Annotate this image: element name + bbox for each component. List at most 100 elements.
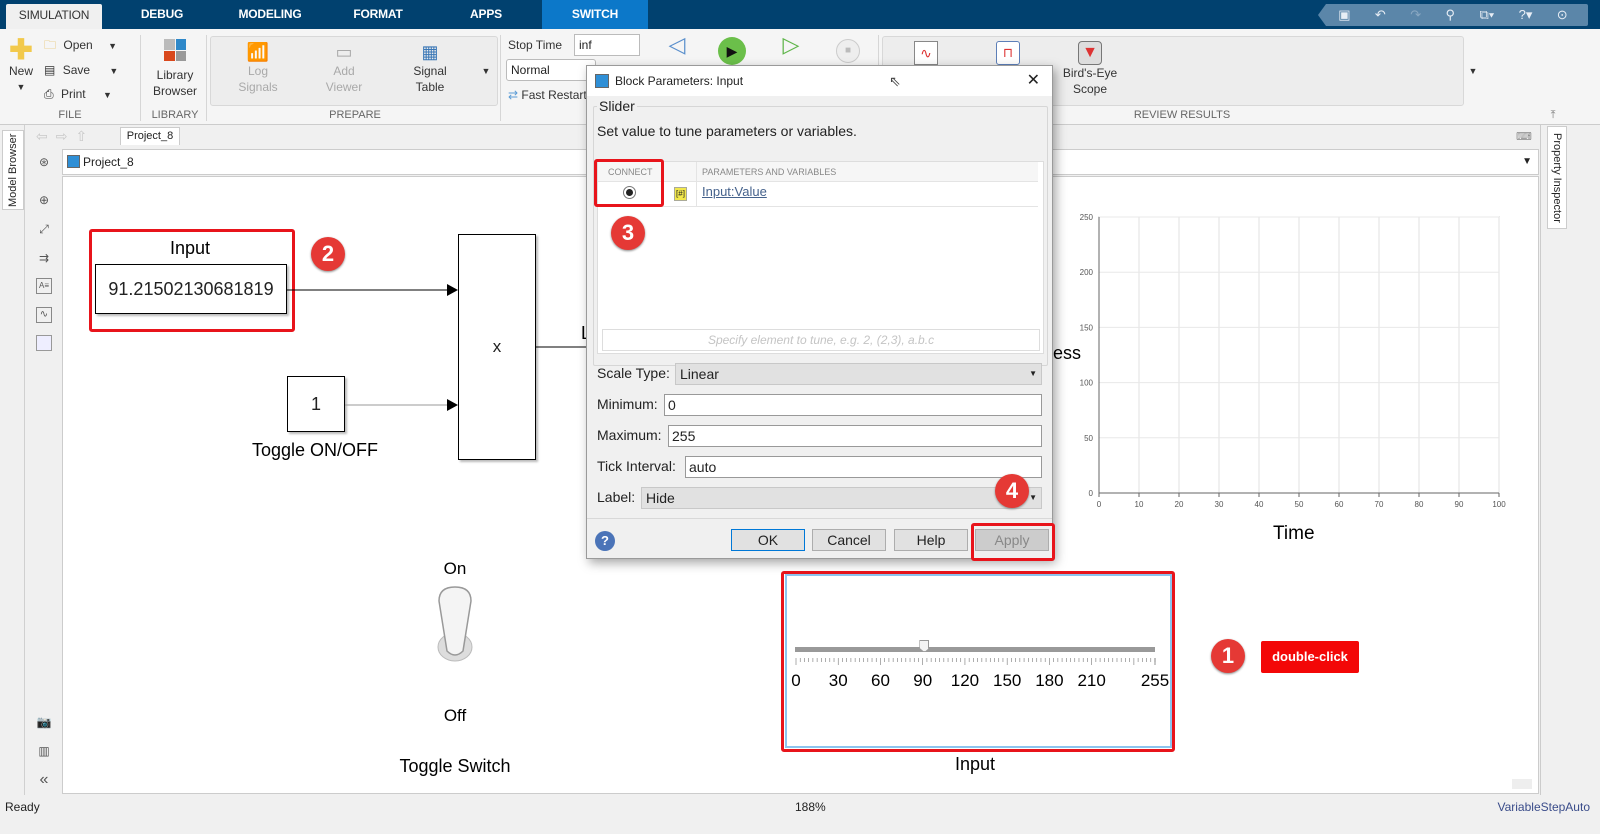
simulation-mode-select[interactable]: Normal bbox=[506, 59, 596, 81]
cancel-button[interactable]: Cancel bbox=[812, 529, 886, 551]
data-inspector-icon[interactable]: ∿ bbox=[914, 41, 938, 65]
model-data-icon[interactable]: ▥ bbox=[36, 743, 52, 759]
tab-switch[interactable]: SWITCH bbox=[542, 0, 648, 29]
run-icon[interactable]: ▶ bbox=[718, 37, 746, 65]
arrow-head bbox=[447, 399, 458, 411]
maximum-input[interactable]: 255 bbox=[668, 425, 1042, 447]
minimum-input[interactable]: 0 bbox=[664, 394, 1042, 416]
print-button[interactable]: ⎙ Print ▼ bbox=[44, 86, 124, 103]
model-tab[interactable]: Project_8 bbox=[120, 127, 180, 145]
model-browser-tab[interactable]: Model Browser bbox=[2, 130, 24, 210]
keyboard-icon[interactable]: ⌨ bbox=[1516, 130, 1532, 143]
dialog-title-bar[interactable]: Block Parameters: Input ⇖ ✕ bbox=[587, 66, 1052, 96]
breadcrumb-path[interactable]: Project_8 bbox=[83, 155, 134, 169]
slider-label: Input bbox=[954, 754, 996, 774]
divider bbox=[587, 518, 1052, 519]
log-signals-button[interactable]: 📶 Log Signals bbox=[230, 41, 286, 95]
tab-simulation[interactable]: SIMULATION bbox=[6, 4, 102, 29]
highlight-box-1 bbox=[781, 571, 1175, 752]
prepare-expand-icon[interactable]: ▼ bbox=[478, 63, 494, 79]
fit-view-icon[interactable]: ⤢ bbox=[36, 221, 52, 237]
collapse-icon[interactable]: ⊙ bbox=[1557, 7, 1568, 23]
scope-chart[interactable]: 0 10 20 30 40 50 60 70 80 90 100 0 50 100 150 200 250 bbox=[1063, 207, 1513, 547]
maximum-label: Maximum: bbox=[597, 427, 662, 443]
library-browser-button[interactable]: Library Browser bbox=[148, 39, 202, 99]
chevron-down-icon: ▼ bbox=[109, 66, 119, 76]
help-icon[interactable]: ?▾ bbox=[1519, 7, 1533, 23]
logic-analyzer-icon[interactable]: ⊓ bbox=[996, 41, 1020, 65]
y-tick-label: 50 bbox=[1084, 434, 1093, 443]
group-label-review: REVIEW RESULTS bbox=[1133, 109, 1231, 121]
new-button[interactable]: ✚ New ▼ bbox=[6, 36, 36, 95]
fast-restart-button[interactable]: ⇄ Fast Restart bbox=[508, 87, 587, 103]
zoom-icon[interactable]: ⊕ bbox=[36, 192, 52, 208]
stop-time-label: Stop Time bbox=[508, 38, 563, 52]
resize-grip-icon[interactable] bbox=[1512, 779, 1532, 789]
tab-apps[interactable]: APPS bbox=[436, 0, 536, 29]
back-arrow-icon[interactable]: ⇦ bbox=[36, 128, 56, 144]
x-tick-label: 10 bbox=[1135, 500, 1144, 509]
open-button[interactable]: 🗀 Open ▼ bbox=[44, 37, 124, 54]
area-icon[interactable] bbox=[36, 335, 52, 351]
ok-button[interactable]: OK bbox=[731, 529, 805, 551]
tab-debug[interactable]: DEBUG bbox=[112, 0, 212, 29]
col-parameters: PARAMETERS AND VARIABLES bbox=[702, 167, 837, 177]
collapse-ribbon-icon[interactable]: ⤒ bbox=[1546, 107, 1560, 123]
group-title: Slider bbox=[597, 98, 637, 114]
step-back-icon[interactable]: ◁ bbox=[664, 34, 690, 56]
folder-icon: 🗀 bbox=[44, 38, 57, 52]
close-icon[interactable]: ✕ bbox=[1027, 66, 1040, 96]
x-tick-label: 0 bbox=[1097, 500, 1102, 509]
forward-arrow-icon[interactable]: ⇨ bbox=[56, 128, 76, 144]
redo-icon[interactable]: ↷ bbox=[1410, 7, 1421, 23]
undo-icon[interactable]: ↶ bbox=[1375, 7, 1386, 23]
model-icon bbox=[67, 155, 80, 168]
solver-link[interactable]: VariableStepAuto bbox=[1497, 797, 1590, 817]
x-tick-label: 90 bbox=[1455, 500, 1464, 509]
separator bbox=[206, 35, 207, 121]
group-label-file: FILE bbox=[58, 109, 82, 121]
toggle-on-label: On bbox=[443, 559, 467, 578]
param-link-input-value[interactable]: Input:Value bbox=[702, 184, 767, 199]
label-label: Label: bbox=[597, 489, 636, 505]
shortcut-icon[interactable]: ⧉▾ bbox=[1479, 7, 1494, 23]
chevron-down-icon[interactable]: ▼ bbox=[1522, 150, 1532, 174]
collapse-palette-icon[interactable]: « bbox=[36, 772, 52, 788]
tab-format[interactable]: FORMAT bbox=[328, 0, 428, 29]
signal-routing-icon[interactable]: ⇉ bbox=[36, 250, 52, 266]
help-icon[interactable]: ? bbox=[595, 531, 615, 551]
add-viewer-button[interactable]: ▭ Add Viewer bbox=[316, 41, 372, 95]
tick-interval-input[interactable]: auto bbox=[685, 456, 1042, 478]
tab-modeling[interactable]: MODELING bbox=[220, 0, 320, 29]
birds-eye-scope-button[interactable]: ▼ Bird's-Eye Scope bbox=[1060, 41, 1120, 97]
signal-table-button[interactable]: ▦ Signal Table bbox=[402, 41, 458, 95]
stop-icon[interactable]: ■ bbox=[836, 39, 860, 63]
image-icon[interactable]: ∿ bbox=[36, 307, 52, 323]
save-button[interactable]: ▤ Save ▼ bbox=[44, 62, 124, 79]
save-icon[interactable]: ▣ bbox=[1338, 7, 1350, 23]
table-icon: ▦ bbox=[421, 42, 439, 62]
mouse-cursor-icon: ⇖ bbox=[889, 73, 901, 89]
help-button[interactable]: Help bbox=[894, 529, 968, 551]
x-tick-label: 100 bbox=[1492, 500, 1506, 509]
step-forward-icon[interactable]: ▷ bbox=[778, 34, 804, 56]
camera-icon[interactable]: 📷 bbox=[36, 714, 52, 730]
highlight-box-4 bbox=[971, 523, 1055, 561]
double-click-hint: double-click bbox=[1261, 641, 1359, 673]
toggle-switch[interactable] bbox=[433, 585, 477, 665]
up-arrow-icon[interactable]: ⇧ bbox=[75, 128, 95, 144]
step-badge-3: 3 bbox=[611, 216, 645, 250]
annotation-icon[interactable]: A≡ bbox=[36, 278, 52, 294]
library-icon bbox=[164, 39, 186, 61]
stop-time-input[interactable]: inf bbox=[574, 34, 640, 56]
zoom-level: 188% bbox=[795, 800, 826, 814]
scale-type-select[interactable]: Linear ▼ bbox=[675, 363, 1042, 385]
label-select[interactable]: Hide ▼ bbox=[641, 487, 1042, 509]
hide-browser-icon[interactable]: ⊛ bbox=[36, 154, 52, 170]
search-icon[interactable]: ⚲ bbox=[1446, 7, 1456, 23]
chevron-down-icon: ▼ bbox=[1029, 493, 1037, 502]
element-input[interactable]: Specify element to tune, e.g. 2, (2,3), … bbox=[602, 329, 1040, 351]
review-expand-icon[interactable]: ▼ bbox=[1466, 63, 1480, 79]
signal-lines bbox=[287, 284, 593, 411]
property-inspector-tab[interactable]: Property Inspector bbox=[1547, 126, 1567, 229]
